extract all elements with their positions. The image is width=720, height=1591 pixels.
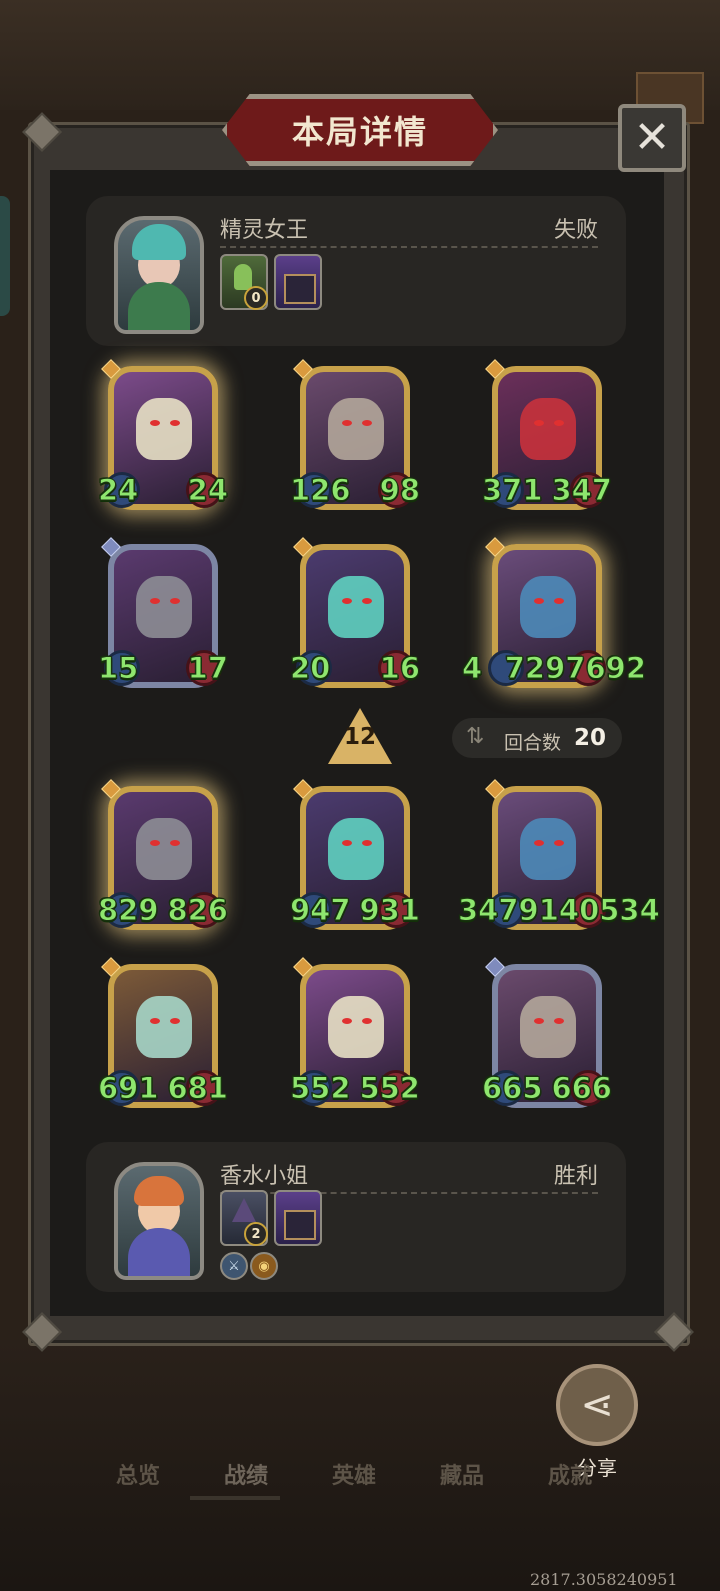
share-button[interactable]: ⋖ <box>556 1364 638 1446</box>
tavern-icon[interactable] <box>274 1190 322 1246</box>
tab-heroes[interactable]: 英雄 <box>332 1458 376 1490</box>
gold-perk-icon[interactable]: ◉ <box>250 1252 278 1280</box>
tavern-shape <box>284 274 316 304</box>
attack-value: 371 <box>482 473 544 507</box>
health-value: 24 <box>187 473 228 507</box>
dialog-title: 本局详情 <box>291 113 428 151</box>
health-value: 681 <box>167 1071 229 1105</box>
share-icon: ⋖ <box>580 1382 614 1428</box>
tab-achievements[interactable]: 成就 <box>548 1458 592 1490</box>
attack-value: 665 <box>482 1071 544 1105</box>
opponent-panel: 精灵女王 失败 0 <box>86 196 626 346</box>
health-value: 98 <box>379 473 420 507</box>
perfume-lady-portrait[interactable] <box>114 1162 204 1280</box>
attack-value: 126 <box>290 473 352 507</box>
debug-coordinates: 2817.3058240951 <box>530 1570 678 1589</box>
attack-value: 20 <box>289 651 331 685</box>
portrait-body <box>128 282 190 330</box>
player-panel: 香水小姐 胜利 2 ⚔ ◉ <box>86 1142 626 1292</box>
attack-value: 4 <box>461 651 483 685</box>
tavern-icon[interactable] <box>274 254 322 310</box>
attack-value: 24 <box>97 473 139 507</box>
side-tab-edge[interactable] <box>0 196 10 316</box>
attack-value: 947 <box>290 893 352 927</box>
attack-value: 691 <box>98 1071 160 1105</box>
attack-value: 552 <box>290 1071 352 1105</box>
wizard-hat <box>232 1198 256 1222</box>
title-banner: 本局详情 <box>222 94 498 166</box>
close-button[interactable]: ✕ <box>618 104 686 172</box>
tab-records[interactable]: 战绩 <box>224 1458 268 1490</box>
elf-queen-portrait[interactable] <box>114 216 204 334</box>
rounds-label: 回合数 <box>504 732 562 754</box>
health-value: 666 <box>551 1071 613 1105</box>
portrait-body <box>128 1228 190 1276</box>
rounds-pill: ⇅ 回合数 20 <box>452 718 622 758</box>
top-backdrop <box>0 0 720 110</box>
sword-perk-icon[interactable]: ⚔ <box>220 1252 248 1280</box>
health-value: 826 <box>167 893 229 927</box>
portrait-hair <box>132 224 186 260</box>
attack-value: 15 <box>97 651 139 685</box>
bottom-tab-bar: 总览 战绩 英雄 藏品 成就 <box>80 1458 640 1498</box>
player-result: 胜利 <box>553 1164 598 1189</box>
health-value: 347 <box>551 473 613 507</box>
turn-number: 12 <box>343 724 376 750</box>
rounds-value: 20 <box>574 725 607 751</box>
swap-icon: ⇅ <box>466 724 485 749</box>
close-icon: ✕ <box>633 112 671 163</box>
health-value: 17 <box>187 651 228 685</box>
active-tab-underline <box>190 1496 280 1500</box>
tab-collection[interactable]: 藏品 <box>440 1458 484 1490</box>
hand-shape <box>234 264 252 290</box>
health-value: 7297692 <box>504 651 646 685</box>
health-value: 16 <box>379 651 420 685</box>
opponent-name: 精灵女王 <box>220 218 309 243</box>
player-name: 香水小姐 <box>220 1164 309 1189</box>
health-value: 931 <box>359 893 421 927</box>
portrait-hair <box>134 1176 184 1206</box>
divider <box>220 246 598 248</box>
attack-value: 3479140534 <box>458 893 661 927</box>
badge-count: 0 <box>244 286 268 310</box>
tavern-shape <box>284 1210 316 1240</box>
health-value: 552 <box>359 1071 421 1105</box>
opponent-result: 失败 <box>553 218 598 243</box>
attack-value: 829 <box>98 893 160 927</box>
tab-overview[interactable]: 总览 <box>116 1458 160 1490</box>
badge-count: 2 <box>244 1222 268 1246</box>
